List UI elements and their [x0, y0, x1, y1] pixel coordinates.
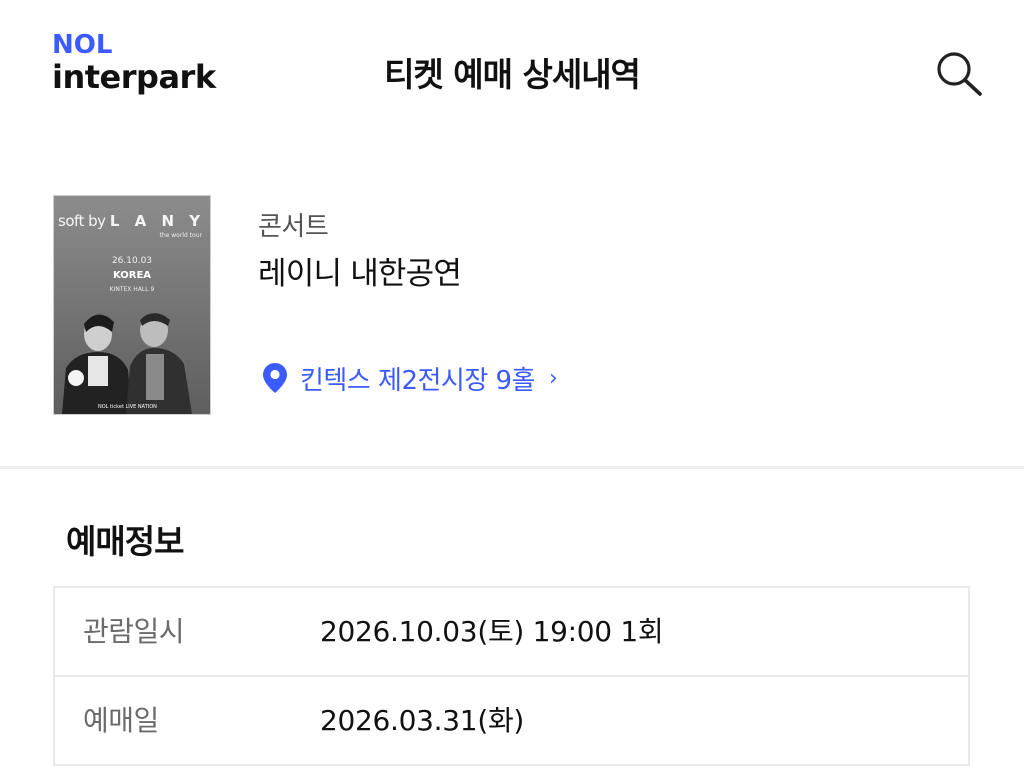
- booking-info-table: 관람일시 2026.10.03(토) 19:00 1회 예매일 2026.03.…: [53, 586, 970, 766]
- event-name: 레이니 내한공연: [258, 256, 462, 292]
- table-row: 예매일 2026.03.31(화): [55, 677, 968, 766]
- chevron-right-icon: ›: [548, 365, 558, 391]
- booking-info-title: 예매정보: [66, 522, 184, 561]
- location-pin-icon: [263, 363, 287, 393]
- event-poster-image: soft by L A N Y the world tour 26.10.03 …: [53, 195, 211, 415]
- poster-country: KOREA: [112, 270, 152, 281]
- poster-footer: NOL ticket LIVE NATION: [98, 404, 157, 410]
- table-row: 관람일시 2026.10.03(토) 19:00 1회: [55, 588, 968, 677]
- event-category: 콘서트: [258, 212, 329, 242]
- poster-headline-prefix: soft by: [58, 212, 106, 230]
- venue-name: 킨텍스 제2전시장 9홀: [300, 365, 535, 396]
- row-label: 관람일시: [83, 615, 185, 648]
- event-summary: soft by L A N Y the world tour 26.10.03 …: [0, 190, 1024, 430]
- row-value: 2026.10.03(토) 19:00 1회: [320, 615, 664, 648]
- app-header: NOL interpark 티켓 예매 상세내역: [0, 0, 1024, 140]
- poster-headline: soft by L A N Y: [58, 212, 205, 230]
- venue-link[interactable]: 킨텍스 제2전시장 9홀 ›: [262, 358, 558, 398]
- poster-date: 26.10.03: [111, 256, 153, 266]
- section-divider: [0, 466, 1024, 469]
- row-label: 예매일: [83, 704, 159, 737]
- poster-venue: KINTEX HALL 9: [109, 286, 155, 293]
- poster-artist: L A N Y: [109, 212, 206, 230]
- page-title: 티켓 예매 상세내역: [384, 55, 641, 94]
- search-icon: [937, 52, 982, 96]
- search-button[interactable]: [930, 48, 988, 98]
- poster-subtitle: the world tour: [159, 232, 202, 239]
- row-value: 2026.03.31(화): [320, 704, 525, 737]
